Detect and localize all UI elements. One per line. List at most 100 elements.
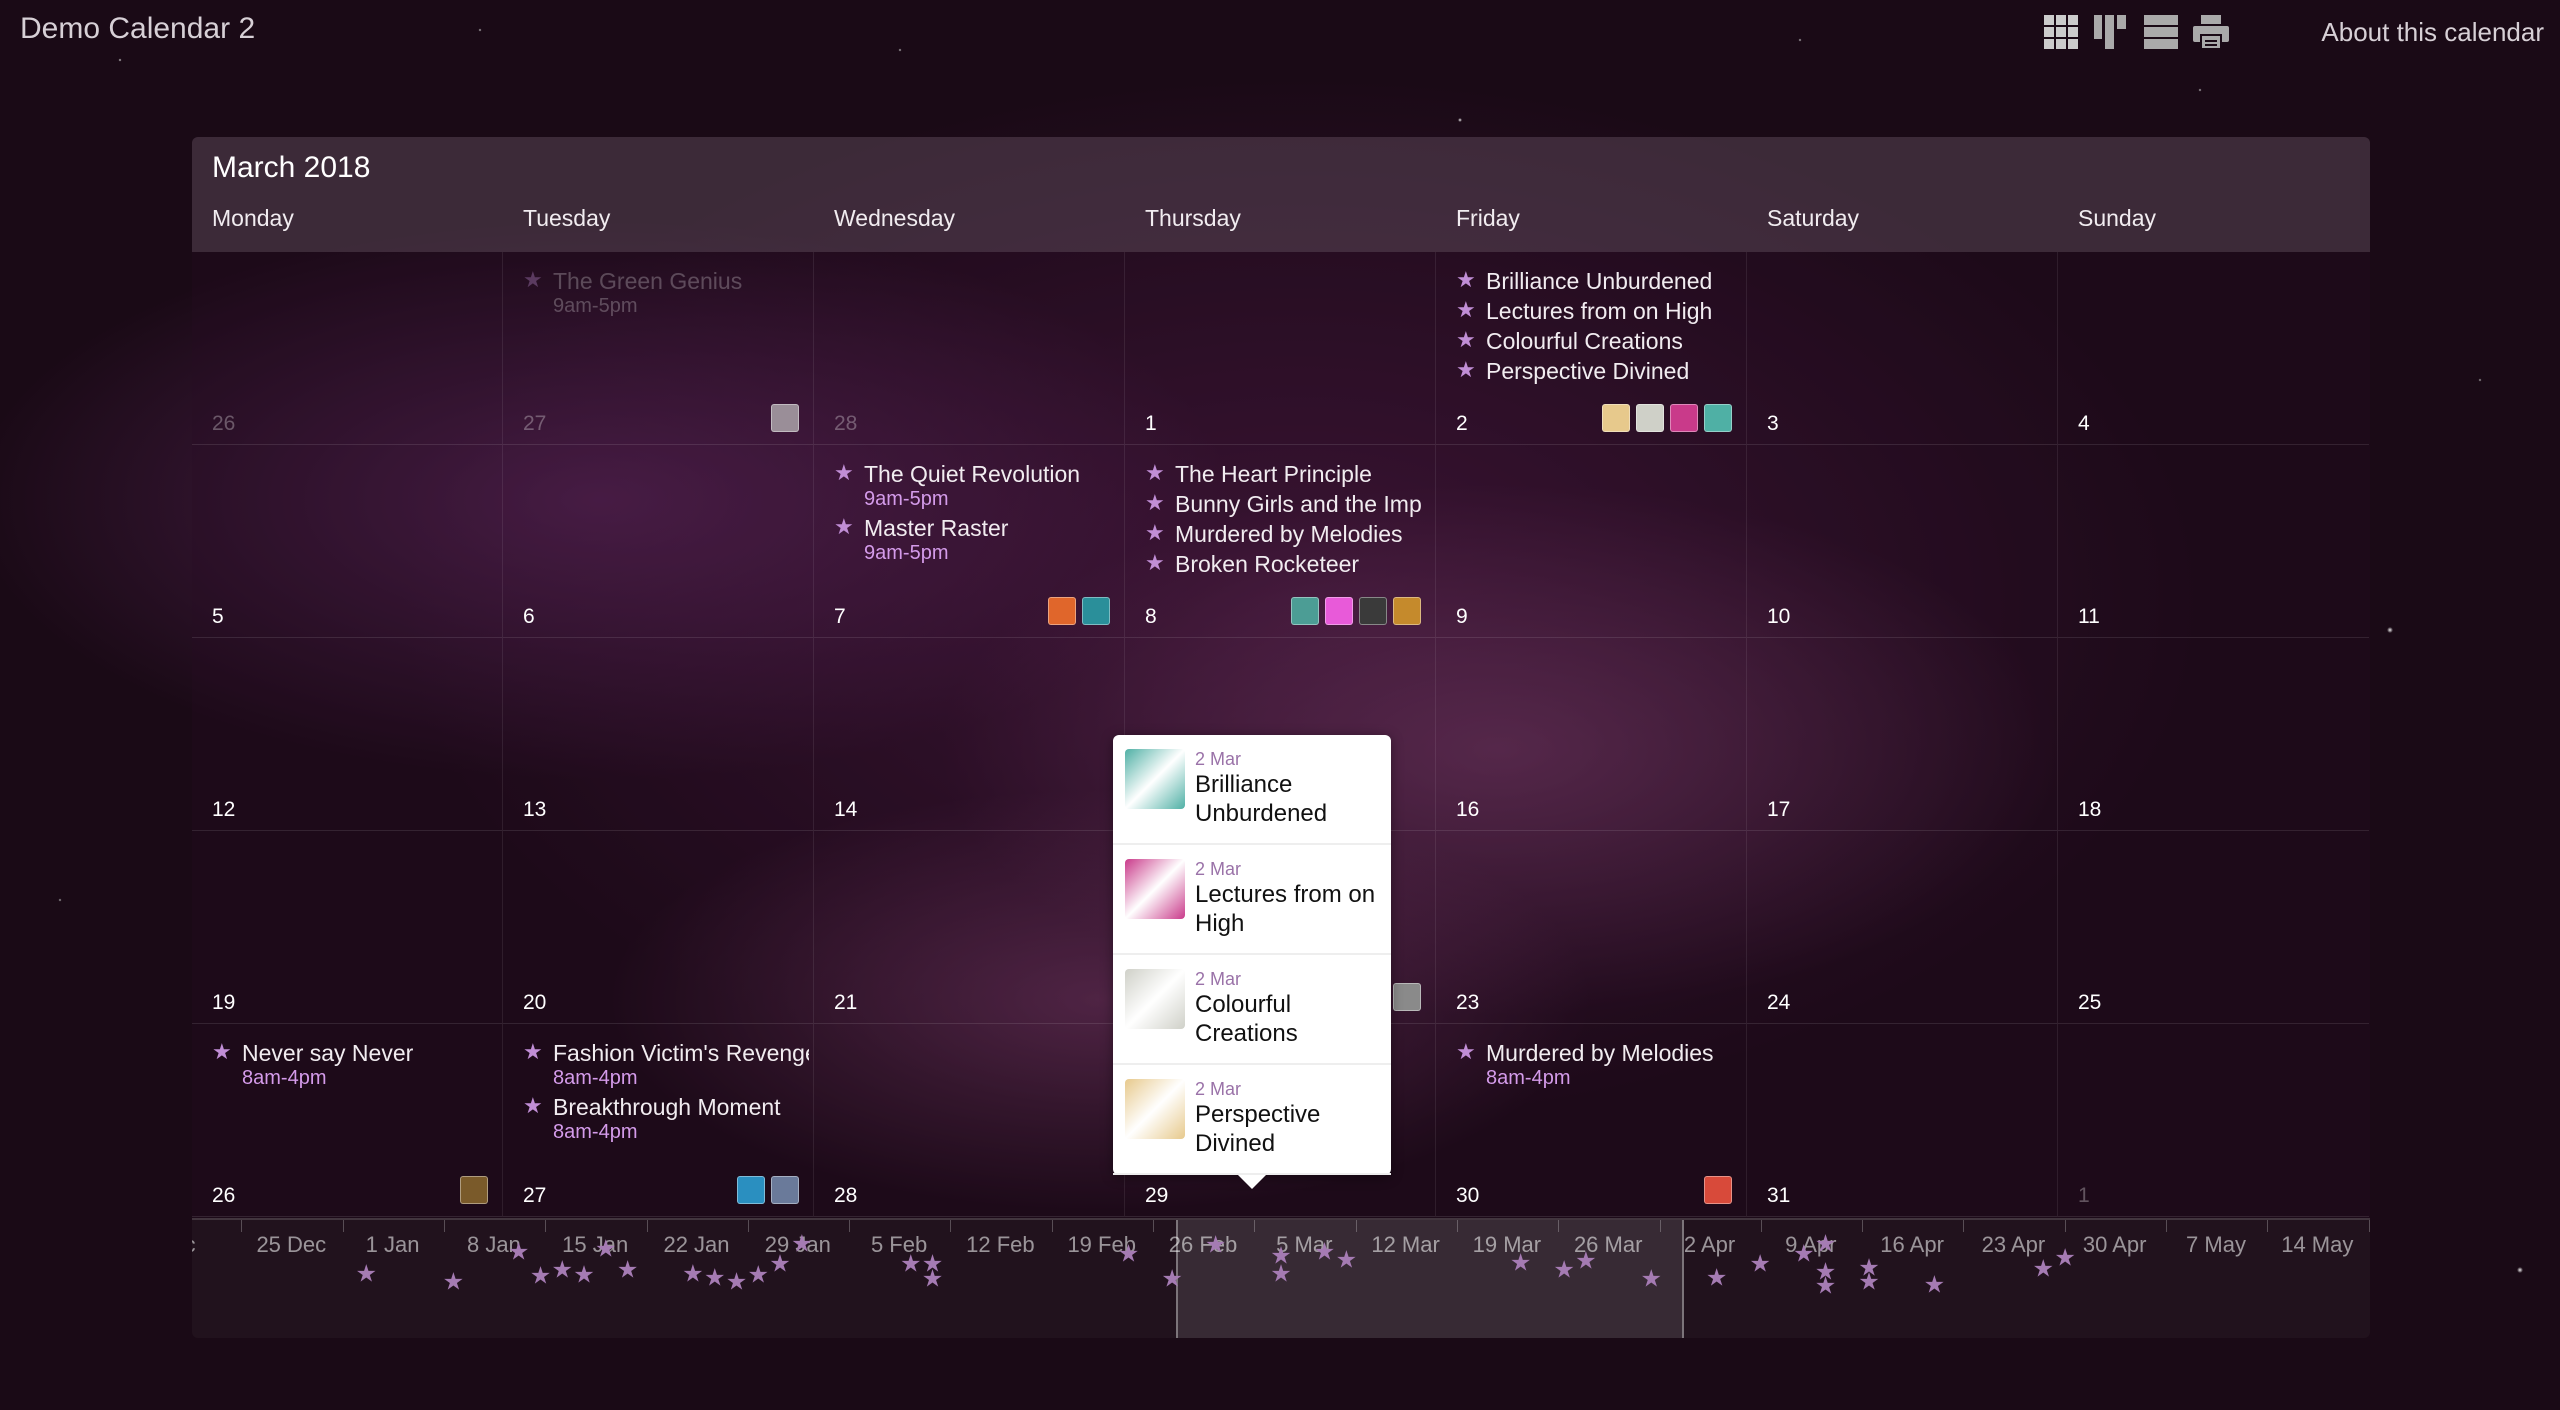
day-cell[interactable]: 25 bbox=[2058, 831, 2369, 1024]
day-cell[interactable]: ★ The Heart Principle ★ Bunny Girls and the… bbox=[1125, 445, 1436, 638]
timeline-event-star-icon[interactable]: ★ bbox=[2054, 1244, 2076, 1273]
list-view-button[interactable] bbox=[2142, 14, 2180, 50]
event-thumbnail[interactable] bbox=[460, 1176, 488, 1204]
timeline-event-star-icon[interactable]: ★ bbox=[769, 1250, 791, 1279]
timeline-event-star-icon[interactable]: ★ bbox=[551, 1256, 573, 1285]
timeline-event-star-icon[interactable]: ★ bbox=[1575, 1246, 1597, 1275]
timeline-event-star-icon[interactable]: ★ bbox=[1815, 1272, 1837, 1301]
day-cell[interactable]: 23 bbox=[1436, 831, 1747, 1024]
about-calendar-link[interactable]: About this calendar bbox=[2321, 17, 2544, 48]
timeline-event-star-icon[interactable]: ★ bbox=[355, 1260, 377, 1289]
event-thumbnail[interactable] bbox=[1704, 404, 1732, 432]
event-thumbnail[interactable] bbox=[1704, 1176, 1732, 1204]
day-cell[interactable]: 28 bbox=[814, 252, 1125, 445]
day-cell[interactable]: ★ The Green Genius 9am-5pm 27 bbox=[503, 252, 814, 445]
day-cell[interactable]: 26 bbox=[192, 252, 503, 445]
timeline-event-star-icon[interactable]: ★ bbox=[1205, 1231, 1227, 1260]
calendar-event[interactable]: ★ The Green Genius 9am-5pm bbox=[523, 268, 809, 318]
timeline-event-star-icon[interactable]: ★ bbox=[726, 1268, 748, 1297]
calendar-event[interactable]: ★ Breakthrough Moment 8am-4pm bbox=[523, 1094, 809, 1144]
day-cell[interactable]: 10 bbox=[1747, 445, 2058, 638]
day-cell[interactable]: 9 bbox=[1436, 445, 1747, 638]
timeline-event-star-icon[interactable]: ★ bbox=[1815, 1230, 1837, 1259]
day-cell[interactable]: 1 bbox=[1125, 252, 1436, 445]
event-thumbnail[interactable] bbox=[1291, 597, 1319, 625]
month-view-button[interactable] bbox=[2042, 14, 2080, 50]
event-thumbnail[interactable] bbox=[771, 404, 799, 432]
timeline-scrubber[interactable]: c25 Dec1 Jan8 Jan15 Jan22 Jan29 Jan5 Feb… bbox=[192, 1218, 2370, 1338]
calendar-event[interactable]: ★ Never say Never 8am-4pm bbox=[212, 1040, 498, 1090]
event-thumbnail[interactable] bbox=[1359, 597, 1387, 625]
calendar-event[interactable]: ★ Perspective Divined bbox=[1456, 358, 1742, 384]
day-cell[interactable]: 12 bbox=[192, 638, 503, 831]
timeline-event-star-icon[interactable]: ★ bbox=[748, 1261, 770, 1290]
day-cell[interactable]: 19 bbox=[192, 831, 503, 1024]
calendar-event[interactable]: ★ Colourful Creations bbox=[1456, 328, 1742, 354]
event-thumbnail[interactable] bbox=[1048, 597, 1076, 625]
day-cell[interactable]: 3 bbox=[1747, 252, 2058, 445]
timeline-event-star-icon[interactable]: ★ bbox=[682, 1260, 704, 1289]
day-cell[interactable]: ★ Never say Never 8am-4pm 26 bbox=[192, 1024, 503, 1217]
timeline-event-star-icon[interactable]: ★ bbox=[530, 1262, 552, 1291]
event-thumbnail[interactable] bbox=[1082, 597, 1110, 625]
calendar-event[interactable]: ★ Murdered by Melodies 8am-4pm bbox=[1456, 1040, 1742, 1090]
timeline-event-star-icon[interactable]: ★ bbox=[2033, 1255, 2055, 1284]
day-cell[interactable]: 24 bbox=[1747, 831, 2058, 1024]
calendar-event[interactable]: ★ Bunny Girls and the Imp bbox=[1145, 491, 1431, 517]
popover-event-item[interactable]: 2 Mar Lectures from on High bbox=[1113, 845, 1391, 955]
timeline-event-star-icon[interactable]: ★ bbox=[922, 1250, 944, 1279]
timeline-event-star-icon[interactable]: ★ bbox=[573, 1261, 595, 1290]
day-cell[interactable]: ★ The Quiet Revolution 9am-5pm ★ Master Rast… bbox=[814, 445, 1125, 638]
day-cell[interactable]: 1 bbox=[2058, 1024, 2369, 1217]
week-view-button[interactable] bbox=[2092, 14, 2130, 50]
timeline-event-star-icon[interactable]: ★ bbox=[1118, 1239, 1140, 1268]
calendar-event[interactable]: ★ Fashion Victim's Revenge 8am-4pm bbox=[523, 1040, 809, 1090]
timeline-event-star-icon[interactable]: ★ bbox=[1553, 1256, 1575, 1285]
calendar-event[interactable]: ★ Brilliance Unburdened bbox=[1456, 268, 1742, 294]
timeline-event-star-icon[interactable]: ★ bbox=[1749, 1250, 1771, 1279]
day-cell[interactable]: 6 bbox=[503, 445, 814, 638]
event-thumbnail[interactable] bbox=[1393, 597, 1421, 625]
calendar-event[interactable]: ★ The Heart Principle bbox=[1145, 461, 1431, 487]
timeline-event-star-icon[interactable]: ★ bbox=[1270, 1260, 1292, 1289]
timeline-event-star-icon[interactable]: ★ bbox=[791, 1230, 813, 1259]
timeline-event-star-icon[interactable]: ★ bbox=[617, 1256, 639, 1285]
event-thumbnail[interactable] bbox=[737, 1176, 765, 1204]
day-cell[interactable]: 21 bbox=[814, 831, 1125, 1024]
timeline-event-star-icon[interactable]: ★ bbox=[1161, 1264, 1183, 1293]
day-cell[interactable]: 16 bbox=[1436, 638, 1747, 831]
event-thumbnail[interactable] bbox=[1602, 404, 1630, 432]
event-thumbnail[interactable] bbox=[1636, 404, 1664, 432]
calendar-event[interactable]: ★ Lectures from on High bbox=[1456, 298, 1742, 324]
timeline-event-star-icon[interactable]: ★ bbox=[1706, 1263, 1728, 1292]
timeline-event-star-icon[interactable]: ★ bbox=[704, 1263, 726, 1292]
day-cell[interactable]: 20 bbox=[503, 831, 814, 1024]
timeline-event-star-icon[interactable]: ★ bbox=[1336, 1245, 1358, 1274]
timeline-event-star-icon[interactable]: ★ bbox=[443, 1268, 465, 1297]
day-cell[interactable]: 18 bbox=[2058, 638, 2369, 831]
timeline-event-star-icon[interactable]: ★ bbox=[1793, 1239, 1815, 1268]
event-thumbnail[interactable] bbox=[1393, 983, 1421, 1011]
day-cell[interactable]: ★ Fashion Victim's Revenge 8am-4pm ★ Breakth… bbox=[503, 1024, 814, 1217]
timeline-event-star-icon[interactable]: ★ bbox=[1858, 1268, 1880, 1297]
day-cell[interactable]: 11 bbox=[2058, 445, 2369, 638]
calendar-event[interactable]: ★ The Quiet Revolution 9am-5pm bbox=[834, 461, 1120, 511]
day-cell[interactable]: 31 bbox=[1747, 1024, 2058, 1217]
calendar-event[interactable]: ★ Master Raster 9am-5pm bbox=[834, 515, 1120, 565]
popover-event-item[interactable]: 2 Mar Brilliance Unburdened bbox=[1113, 735, 1391, 845]
event-thumbnail[interactable] bbox=[1670, 404, 1698, 432]
timeline-event-star-icon[interactable]: ★ bbox=[1924, 1270, 1946, 1299]
event-thumbnail[interactable] bbox=[771, 1176, 799, 1204]
day-cell[interactable]: 28 bbox=[814, 1024, 1125, 1217]
timeline-event-star-icon[interactable]: ★ bbox=[1510, 1249, 1532, 1278]
day-cell[interactable]: 14 bbox=[814, 638, 1125, 831]
day-cell[interactable]: 13 bbox=[503, 638, 814, 831]
timeline-event-star-icon[interactable]: ★ bbox=[900, 1250, 922, 1279]
day-cell[interactable]: ★ Brilliance Unburdened ★ Lectures from on … bbox=[1436, 252, 1747, 445]
timeline-event-star-icon[interactable]: ★ bbox=[1640, 1264, 1662, 1293]
day-cell[interactable]: ★ Murdered by Melodies 8am-4pm 30 bbox=[1436, 1024, 1747, 1217]
timeline-event-star-icon[interactable]: ★ bbox=[595, 1234, 617, 1263]
print-button[interactable] bbox=[2192, 14, 2230, 50]
day-cell[interactable]: 17 bbox=[1747, 638, 2058, 831]
event-thumbnail[interactable] bbox=[1325, 597, 1353, 625]
